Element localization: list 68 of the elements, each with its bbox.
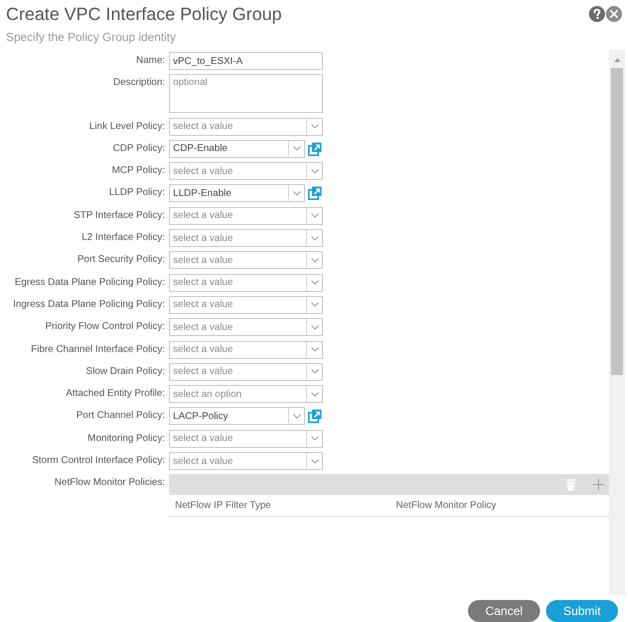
chevron-down-icon [310, 258, 318, 263]
scrollbar-thumb[interactable] [611, 68, 623, 375]
dropdown-field[interactable]: LACP-Policy [169, 407, 305, 426]
chevron-down-icon [310, 347, 318, 352]
dropdown-field[interactable]: select a value [169, 430, 323, 448]
field-label: Priority Flow Control Policy: [45, 320, 165, 334]
dialog-title: Create VPC Interface Policy Group [6, 3, 282, 26]
dropdown-field[interactable]: select a value [169, 229, 323, 248]
dropdown-field[interactable]: select a value [169, 162, 323, 180]
dropdown-field[interactable]: CDP-Enable [169, 140, 305, 158]
chevron-down-icon [310, 280, 318, 286]
field-label: Port Security Policy: [77, 253, 165, 268]
chevron-down-icon [292, 190, 300, 196]
external-link-icon[interactable] [308, 142, 322, 156]
field-label: Slow Drain Policy: [86, 364, 165, 379]
field-label: NetFlow Monitor Policies: [54, 476, 165, 490]
chevron-down-icon [310, 236, 318, 241]
dropdown-field[interactable]: select a value [169, 362, 323, 381]
field-label: STP Interface Policy: [74, 208, 165, 223]
chevron-down-icon [310, 213, 318, 218]
chevron-down-icon [310, 324, 318, 330]
dropdown-field[interactable]: select a value [169, 274, 323, 292]
chevron-down-icon [310, 458, 318, 464]
description-field[interactable]: optional [169, 74, 323, 114]
scrollbar[interactable] [609, 50, 625, 595]
cancel-button[interactable]: Cancel [468, 600, 540, 622]
chevron-down-icon [292, 414, 300, 419]
submit-button[interactable]: Submit [546, 600, 618, 622]
dropdown-field[interactable]: select a value [169, 452, 323, 470]
field-label: LLDP Policy: [109, 186, 165, 200]
column-header: NetFlow IP Filter Type [174, 500, 272, 512]
external-link-icon[interactable] [308, 186, 322, 200]
field-label: Name: [136, 54, 165, 68]
chevron-down-icon [292, 146, 300, 152]
field-label: Link Level Policy: [89, 120, 165, 134]
dropdown-field[interactable]: select a value [169, 251, 323, 270]
dropdown-field[interactable]: select an option [169, 385, 323, 404]
field-label: Egress Data Plane Policing Policy: [14, 276, 165, 290]
dropdown-field[interactable]: select a value [169, 118, 323, 136]
field-label: Port Channel Policy: [76, 409, 165, 424]
column-header: NetFlow Monitor Policy [396, 500, 496, 512]
help-icon[interactable] [589, 6, 605, 22]
chevron-down-icon [310, 436, 318, 442]
field-label: Storm Control Interface Policy: [32, 454, 165, 468]
field-label: MCP Policy: [112, 164, 165, 178]
dropdown-field[interactable]: select a value [169, 340, 323, 359]
dropdown-field[interactable]: select a value [169, 318, 323, 336]
field-label: Attached Entity Profile: [66, 387, 165, 402]
external-link-icon[interactable] [308, 409, 322, 424]
dropdown-field[interactable]: LLDP-Enable [169, 184, 305, 202]
chevron-down-icon [310, 392, 318, 397]
name-input[interactable]: vPC_to_ESXI-A [169, 52, 323, 70]
dropdown-field[interactable]: select a value [169, 296, 323, 314]
field-label: Ingress Data Plane Policing Policy: [13, 298, 165, 312]
chevron-down-icon [310, 302, 318, 308]
field-label: CDP Policy: [112, 142, 165, 156]
chevron-down-icon [310, 124, 318, 130]
field-label: L2 Interface Policy: [82, 231, 165, 246]
dropdown-field[interactable]: select a value [169, 206, 323, 225]
chevron-down-icon [310, 168, 318, 174]
dialog-subtitle: Specify the Policy Group identity [5, 29, 177, 46]
field-label: Description: [113, 76, 165, 90]
scroll-up-arrow-icon[interactable] [614, 58, 620, 62]
field-label: Monitoring Policy: [88, 432, 165, 446]
close-icon[interactable] [606, 6, 622, 22]
plus-icon[interactable] [593, 479, 604, 490]
chevron-down-icon [310, 369, 318, 374]
field-label: Fibre Channel Interface Policy: [31, 342, 165, 357]
